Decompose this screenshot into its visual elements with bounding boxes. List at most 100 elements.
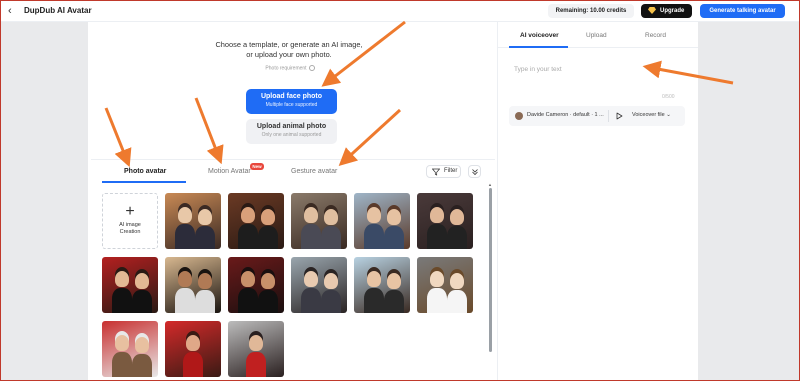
voice-selector-row: Davide Cameron · default · 1 ... Voiceov…	[509, 106, 685, 126]
ai-image-creation-tile[interactable]: + AI image Creation	[102, 193, 158, 249]
arrow-to-gesture-avatar-tab	[338, 108, 402, 167]
person-body	[447, 290, 467, 313]
speaker-select[interactable]: Davide Cameron · default · 1 ...	[527, 112, 604, 118]
person-body	[427, 288, 447, 313]
person-head	[450, 209, 464, 225]
avatar-template-tile[interactable]	[165, 193, 221, 249]
diamond-icon	[648, 7, 656, 14]
upload-face-title: Upload face photo	[260, 93, 323, 100]
person-head	[178, 271, 192, 287]
person-head	[198, 209, 212, 225]
play-icon[interactable]	[613, 110, 625, 122]
upload-face-photo-button[interactable]: Upload face photo Multiple face supporte…	[246, 89, 337, 114]
voice-row-divider	[608, 110, 609, 122]
avatar-template-tile[interactable]	[354, 193, 410, 249]
person-head	[324, 273, 338, 289]
photo-requirement-link[interactable]: Photo requirement	[250, 65, 330, 71]
person-body	[238, 288, 258, 313]
person-body	[238, 224, 258, 249]
avatar-template-tile[interactable]	[165, 257, 221, 313]
person-body	[384, 290, 404, 313]
top-bar: ‹ DupDub AI Avatar Remaining: 10.00 cred…	[0, 0, 800, 22]
voiceover-text-input[interactable]	[509, 60, 685, 105]
scroll-up-arrow[interactable]: ▲	[488, 182, 492, 187]
upload-animal-photo-button[interactable]: Upload animal photo Only one animal supp…	[246, 119, 337, 144]
filter-button[interactable]: Filter	[426, 165, 461, 178]
tab-motion-avatar[interactable]: Motion Avatar	[208, 168, 251, 175]
person-body	[364, 288, 384, 313]
info-icon	[308, 65, 315, 71]
active-tab-indicator	[102, 181, 186, 183]
double-chevron-icon	[472, 169, 478, 176]
tab-ai-voiceover[interactable]: AI voiceover	[520, 32, 559, 39]
upload-face-subtitle: Multiple face supported	[265, 102, 318, 108]
person-head	[450, 273, 464, 289]
voice-active-tab-indicator	[509, 46, 568, 48]
person-body	[175, 288, 195, 313]
person-head	[430, 271, 444, 287]
person-head	[367, 207, 381, 223]
person-head	[135, 273, 149, 289]
person-body	[301, 288, 321, 313]
avatar-template-tile[interactable]	[291, 193, 347, 249]
new-badge: New	[250, 163, 264, 170]
person-body	[246, 352, 266, 377]
person-body	[258, 290, 278, 313]
person-head	[387, 273, 401, 289]
avatar-template-tile[interactable]	[417, 257, 473, 313]
tab-upload[interactable]: Upload	[586, 32, 607, 39]
person-head	[135, 337, 149, 353]
right-gutter	[698, 22, 799, 380]
voiceover-file-label: Voiceover file	[632, 112, 665, 118]
person-head	[261, 273, 275, 289]
avatar-template-tile[interactable]	[228, 321, 284, 377]
person-body	[321, 226, 341, 249]
generate-talking-avatar-button[interactable]: Generate talking avatar	[700, 4, 785, 18]
character-counter: 0/500	[662, 94, 675, 100]
upgrade-button[interactable]: Upgrade	[641, 4, 692, 18]
person-body	[427, 224, 447, 249]
avatar-template-tile[interactable]	[102, 257, 158, 313]
person-head	[367, 271, 381, 287]
speaker-avatar	[515, 112, 523, 120]
person-head	[241, 207, 255, 223]
chevron-left-icon[interactable]: ‹	[8, 5, 12, 17]
person-head	[324, 209, 338, 225]
person-body	[195, 290, 215, 313]
avatar-template-tile[interactable]	[228, 257, 284, 313]
upload-instructions: Choose a template, or generate an AI ima…	[200, 40, 378, 60]
app-title: DupDub AI Avatar	[24, 6, 92, 15]
person-body	[364, 224, 384, 249]
tab-photo-avatar[interactable]: Photo avatar	[124, 168, 166, 175]
grid-scrollbar[interactable]	[489, 188, 492, 352]
person-body	[112, 288, 132, 313]
credits-badge: Remaining: 10.00 credits	[548, 4, 634, 18]
chevron-down-icon: ⌄	[666, 112, 671, 118]
avatar-template-tile[interactable]	[291, 257, 347, 313]
intro-line-1: Choose a template, or generate an AI ima…	[215, 40, 363, 49]
avatar-template-tile[interactable]	[228, 193, 284, 249]
person-head	[387, 209, 401, 225]
upload-animal-subtitle: Only one animal supported	[261, 132, 322, 138]
filter-icon	[432, 168, 440, 176]
arrow-to-motion-avatar-tab	[194, 97, 224, 165]
voiceover-file-dropdown[interactable]: Voiceover file ⌄	[632, 112, 671, 118]
person-body	[384, 226, 404, 249]
panel-divider	[497, 22, 498, 380]
upgrade-label: Upgrade	[660, 8, 685, 14]
person-body	[258, 226, 278, 249]
person-body	[183, 352, 203, 377]
tab-record[interactable]: Record	[645, 32, 666, 39]
person-head	[115, 335, 129, 351]
intro-line-2: or upload your own photo.	[246, 50, 332, 59]
avatar-template-tile[interactable]	[354, 257, 410, 313]
person-head	[198, 273, 212, 289]
person-body	[301, 224, 321, 249]
avatar-template-tile[interactable]	[417, 193, 473, 249]
avatar-template-tile[interactable]	[165, 321, 221, 377]
tab-gesture-avatar[interactable]: Gesture avatar	[291, 168, 337, 175]
person-body	[321, 290, 341, 313]
collapse-button[interactable]	[468, 165, 481, 178]
avatar-template-tile[interactable]	[102, 321, 158, 377]
photo-requirement-label: Photo requirement	[265, 65, 307, 72]
